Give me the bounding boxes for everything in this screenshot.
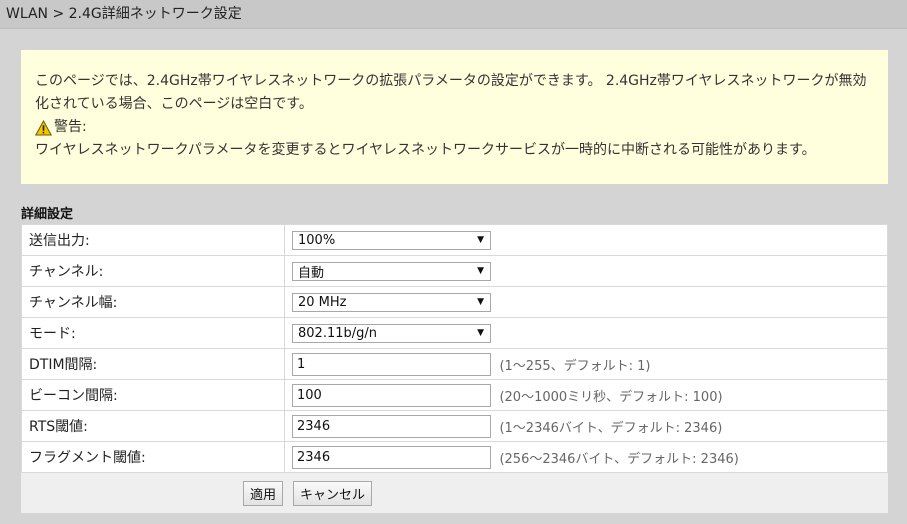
channel-width-select[interactable]: 20 MHz ▼ bbox=[292, 292, 491, 312]
beacon-interval-input[interactable] bbox=[292, 383, 491, 407]
row-label: ビーコン間隔: bbox=[21, 379, 285, 411]
dropdown-arrow-icon: ▼ bbox=[477, 266, 484, 276]
table-row: 送信出力: 100% ▼ bbox=[21, 224, 888, 256]
channel-select[interactable]: 自動 ▼ bbox=[292, 261, 491, 281]
settings-table: 送信出力: 100% ▼ チャンネル: 自動 ▼ チャンネル幅: 20 MHz … bbox=[21, 224, 888, 473]
table-row: DTIM間隔: (1～255、デフォルト: 1) bbox=[21, 348, 888, 380]
row-label: 送信出力: bbox=[21, 224, 285, 256]
dropdown-arrow-icon: ▼ bbox=[477, 235, 484, 245]
row-label: モード: bbox=[21, 317, 285, 349]
tx-power-select[interactable]: 100% ▼ bbox=[292, 230, 491, 250]
field-hint: (1～255、デフォルト: 1) bbox=[499, 358, 651, 374]
warning-row: 警告: bbox=[35, 116, 876, 139]
table-row: フラグメント閾値: (256～2346バイト、デフォルト: 2346) bbox=[21, 441, 888, 473]
table-row: チャンネル幅: 20 MHz ▼ bbox=[21, 286, 888, 318]
dropdown-arrow-icon: ▼ bbox=[477, 297, 484, 307]
table-row: モード: 802.11b/g/n ▼ bbox=[21, 317, 888, 349]
cancel-button[interactable]: キャンセル bbox=[293, 481, 373, 506]
warning-label: 警告: bbox=[54, 119, 87, 135]
field-hint: (20～1000ミリ秒、デフォルト: 100) bbox=[499, 389, 723, 405]
notice-text: このページでは、2.4GHz帯ワイヤレスネットワークの拡張パラメータの設定ができ… bbox=[35, 73, 867, 112]
row-label: チャンネル: bbox=[21, 255, 285, 287]
apply-button[interactable]: 適用 bbox=[243, 481, 284, 506]
dropdown-arrow-icon: ▼ bbox=[477, 328, 484, 338]
select-value: 自動 bbox=[298, 265, 325, 281]
breadcrumb: WLAN > 2.4G詳細ネットワーク設定 bbox=[0, 0, 907, 29]
section-title: 詳細設定 bbox=[21, 207, 74, 222]
rts-threshold-input[interactable] bbox=[292, 414, 491, 438]
table-row: ビーコン間隔: (20～1000ミリ秒、デフォルト: 100) bbox=[21, 379, 888, 411]
table-row: RTS閾値: (1～2346バイト、デフォルト: 2346) bbox=[21, 410, 888, 442]
row-label: DTIM間隔: bbox=[21, 348, 285, 380]
field-hint: (256～2346バイト、デフォルト: 2346) bbox=[499, 451, 739, 467]
warning-icon bbox=[35, 119, 52, 135]
select-value: 100% bbox=[298, 232, 336, 248]
field-hint: (1～2346バイト、デフォルト: 2346) bbox=[499, 420, 723, 436]
select-value: 20 MHz bbox=[298, 294, 347, 310]
row-label: フラグメント閾値: bbox=[21, 441, 285, 473]
dtim-interval-input[interactable] bbox=[292, 352, 491, 376]
row-label: RTS閾値: bbox=[21, 410, 285, 442]
mode-select[interactable]: 802.11b/g/n ▼ bbox=[292, 323, 491, 343]
fragment-threshold-input[interactable] bbox=[292, 445, 491, 469]
select-value: 802.11b/g/n bbox=[298, 325, 377, 341]
info-notice: このページでは、2.4GHz帯ワイヤレスネットワークの拡張パラメータの設定ができ… bbox=[21, 50, 888, 184]
table-row: チャンネル: 自動 ▼ bbox=[21, 255, 888, 287]
warning-text: ワイヤレスネットワークパラメータを変更するとワイヤレスネットワークサービスが一時… bbox=[35, 142, 816, 158]
row-label: チャンネル幅: bbox=[21, 286, 285, 318]
button-bar: 適用 キャンセル bbox=[21, 473, 888, 513]
